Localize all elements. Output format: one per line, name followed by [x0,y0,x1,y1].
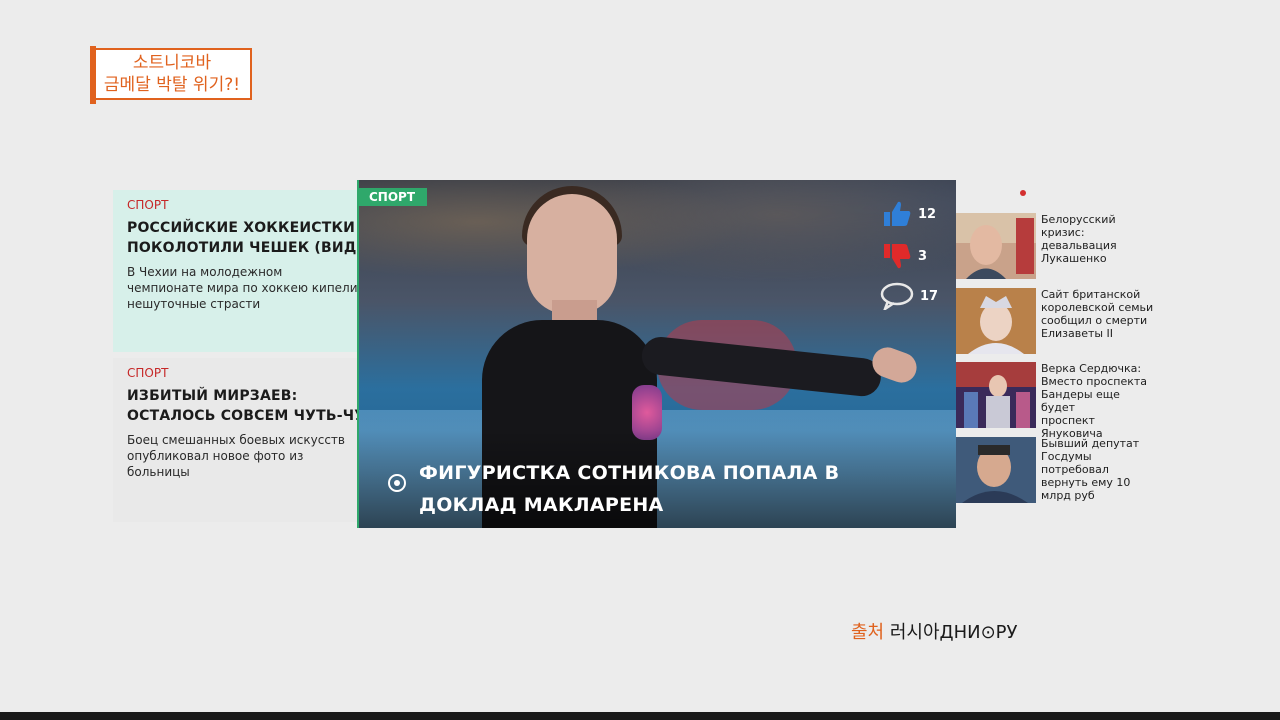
card-title-line-1[interactable]: РОССИЙСКИЕ ХОККЕИСТКИ [127,218,357,238]
news-text-line: вернуть ему 10 [1041,476,1131,489]
news-text-line: девальвация [1041,239,1117,252]
right-news-item-deputy[interactable]: Бывший депутат Госдумы потребовал вернут… [956,437,1156,505]
news-thumbnail[interactable] [956,288,1036,354]
red-dot-indicator [1020,190,1026,196]
news-text-line: Вместо проспекта [1041,375,1147,388]
news-thumbnail[interactable] [956,437,1036,503]
comment-counter[interactable]: 17 [880,282,938,310]
hero-article[interactable]: СПОРТ 12 3 17 ФИГУРИСТКА СОТНИКОВА ПОПАЛ… [357,180,956,528]
comment-count: 17 [920,288,939,304]
dislike-counter[interactable]: 3 [882,242,927,270]
thumbs-down-icon[interactable] [882,242,912,270]
news-caption-box: 소트니코바 금메달 박탈 위기?! [90,46,252,104]
card-desc-line-1: В Чехии на молодежном [127,265,283,279]
news-text-line: Госдумы [1041,450,1092,463]
news-text-line: Бывший депутат [1041,437,1140,450]
card-desc-line-3: больницы [127,465,190,479]
card-title-line-2[interactable]: ПОКОЛОТИЛИ ЧЕШЕК (ВИДЕО) [127,238,357,258]
news-text-line: млрд руб [1041,489,1095,502]
category-tag[interactable]: СПОРТ [127,366,357,380]
source-credit: 출처 러시아ДНИ⊙РУ [851,618,1018,644]
news-text-line: сообщил о смерти [1041,314,1148,327]
left-news-column: СПОРТ РОССИЙСКИЕ ХОККЕИСТКИ ПОКОЛОТИЛИ Ч… [113,190,357,522]
source-label: 출처 [851,622,885,643]
news-text-line: Елизаветы II [1041,327,1114,340]
right-news-item-elizabeth[interactable]: Сайт британской королевской семьи сообщи… [956,288,1156,356]
hero-category-tag[interactable]: СПОРТ [357,188,428,206]
card-desc-line-2: опубликовал новое фото из [127,449,304,463]
target-icon [388,474,406,492]
card-desc-line-2: чемпионате мира по хоккею кипели [127,281,357,295]
like-count: 12 [918,206,937,222]
caption-line-1: 소트니코바 [132,53,212,73]
source-name: 러시아ДНИ⊙РУ [889,622,1018,643]
card-desc-line-1: Боец смешанных боевых искусств [127,433,345,447]
news-text-line: королевской семьи [1041,301,1154,314]
news-thumbnail[interactable] [956,213,1036,279]
news-card-mirzaev[interactable]: СПОРТ ИЗБИТЫЙ МИРЗАЕВ: ОСТАЛОСЬ СОВСЕМ Ч… [113,358,357,522]
hero-photo-skater-face [527,194,617,314]
news-text-line: кризис: [1041,226,1085,239]
news-card-hockey[interactable]: СПОРТ РОССИЙСКИЕ ХОККЕИСТКИ ПОКОЛОТИЛИ Ч… [113,190,357,352]
card-desc-line-3: нешуточные страсти [127,297,261,311]
news-text-line: потребовал [1041,463,1109,476]
hero-photo-background [357,180,956,320]
hero-headline[interactable]: ФИГУРИСТКА СОТНИКОВА ПОПАЛА В ДОКЛАД МАК… [419,457,939,521]
news-text-line: проспект [1041,414,1095,427]
thumbs-up-icon[interactable] [882,200,912,228]
right-news-item-serduchka[interactable]: Верка Сердючка: Вместо проспекта Бандеры… [956,362,1156,440]
news-text-line: Верка Сердючка: [1041,362,1142,375]
caption-line-2: 금메달 박탈 위기?! [103,75,241,95]
right-news-item-belarus[interactable]: Белорусский кризис: девальвация Лукашенк… [956,213,1156,281]
comment-bubble-icon[interactable] [880,282,914,310]
news-text-line: Бандеры еще будет [1041,388,1120,414]
hero-accent-line [357,180,359,528]
card-title-line-2[interactable]: ОСТАЛОСЬ СОВСЕМ ЧУТЬ-ЧУТЬ [127,406,357,426]
category-tag[interactable]: СПОРТ [127,198,357,212]
news-text-line: Лукашенко [1041,252,1107,265]
news-text-line: Сайт британской [1041,288,1141,301]
news-thumbnail[interactable] [956,362,1036,428]
dislike-count: 3 [918,248,928,264]
card-title-line-1[interactable]: ИЗБИТЫЙ МИРЗАЕВ: [127,386,357,406]
like-counter[interactable]: 12 [882,200,936,228]
news-text-line: Белорусский [1041,213,1116,226]
screen-bottom-bar [0,712,1280,720]
